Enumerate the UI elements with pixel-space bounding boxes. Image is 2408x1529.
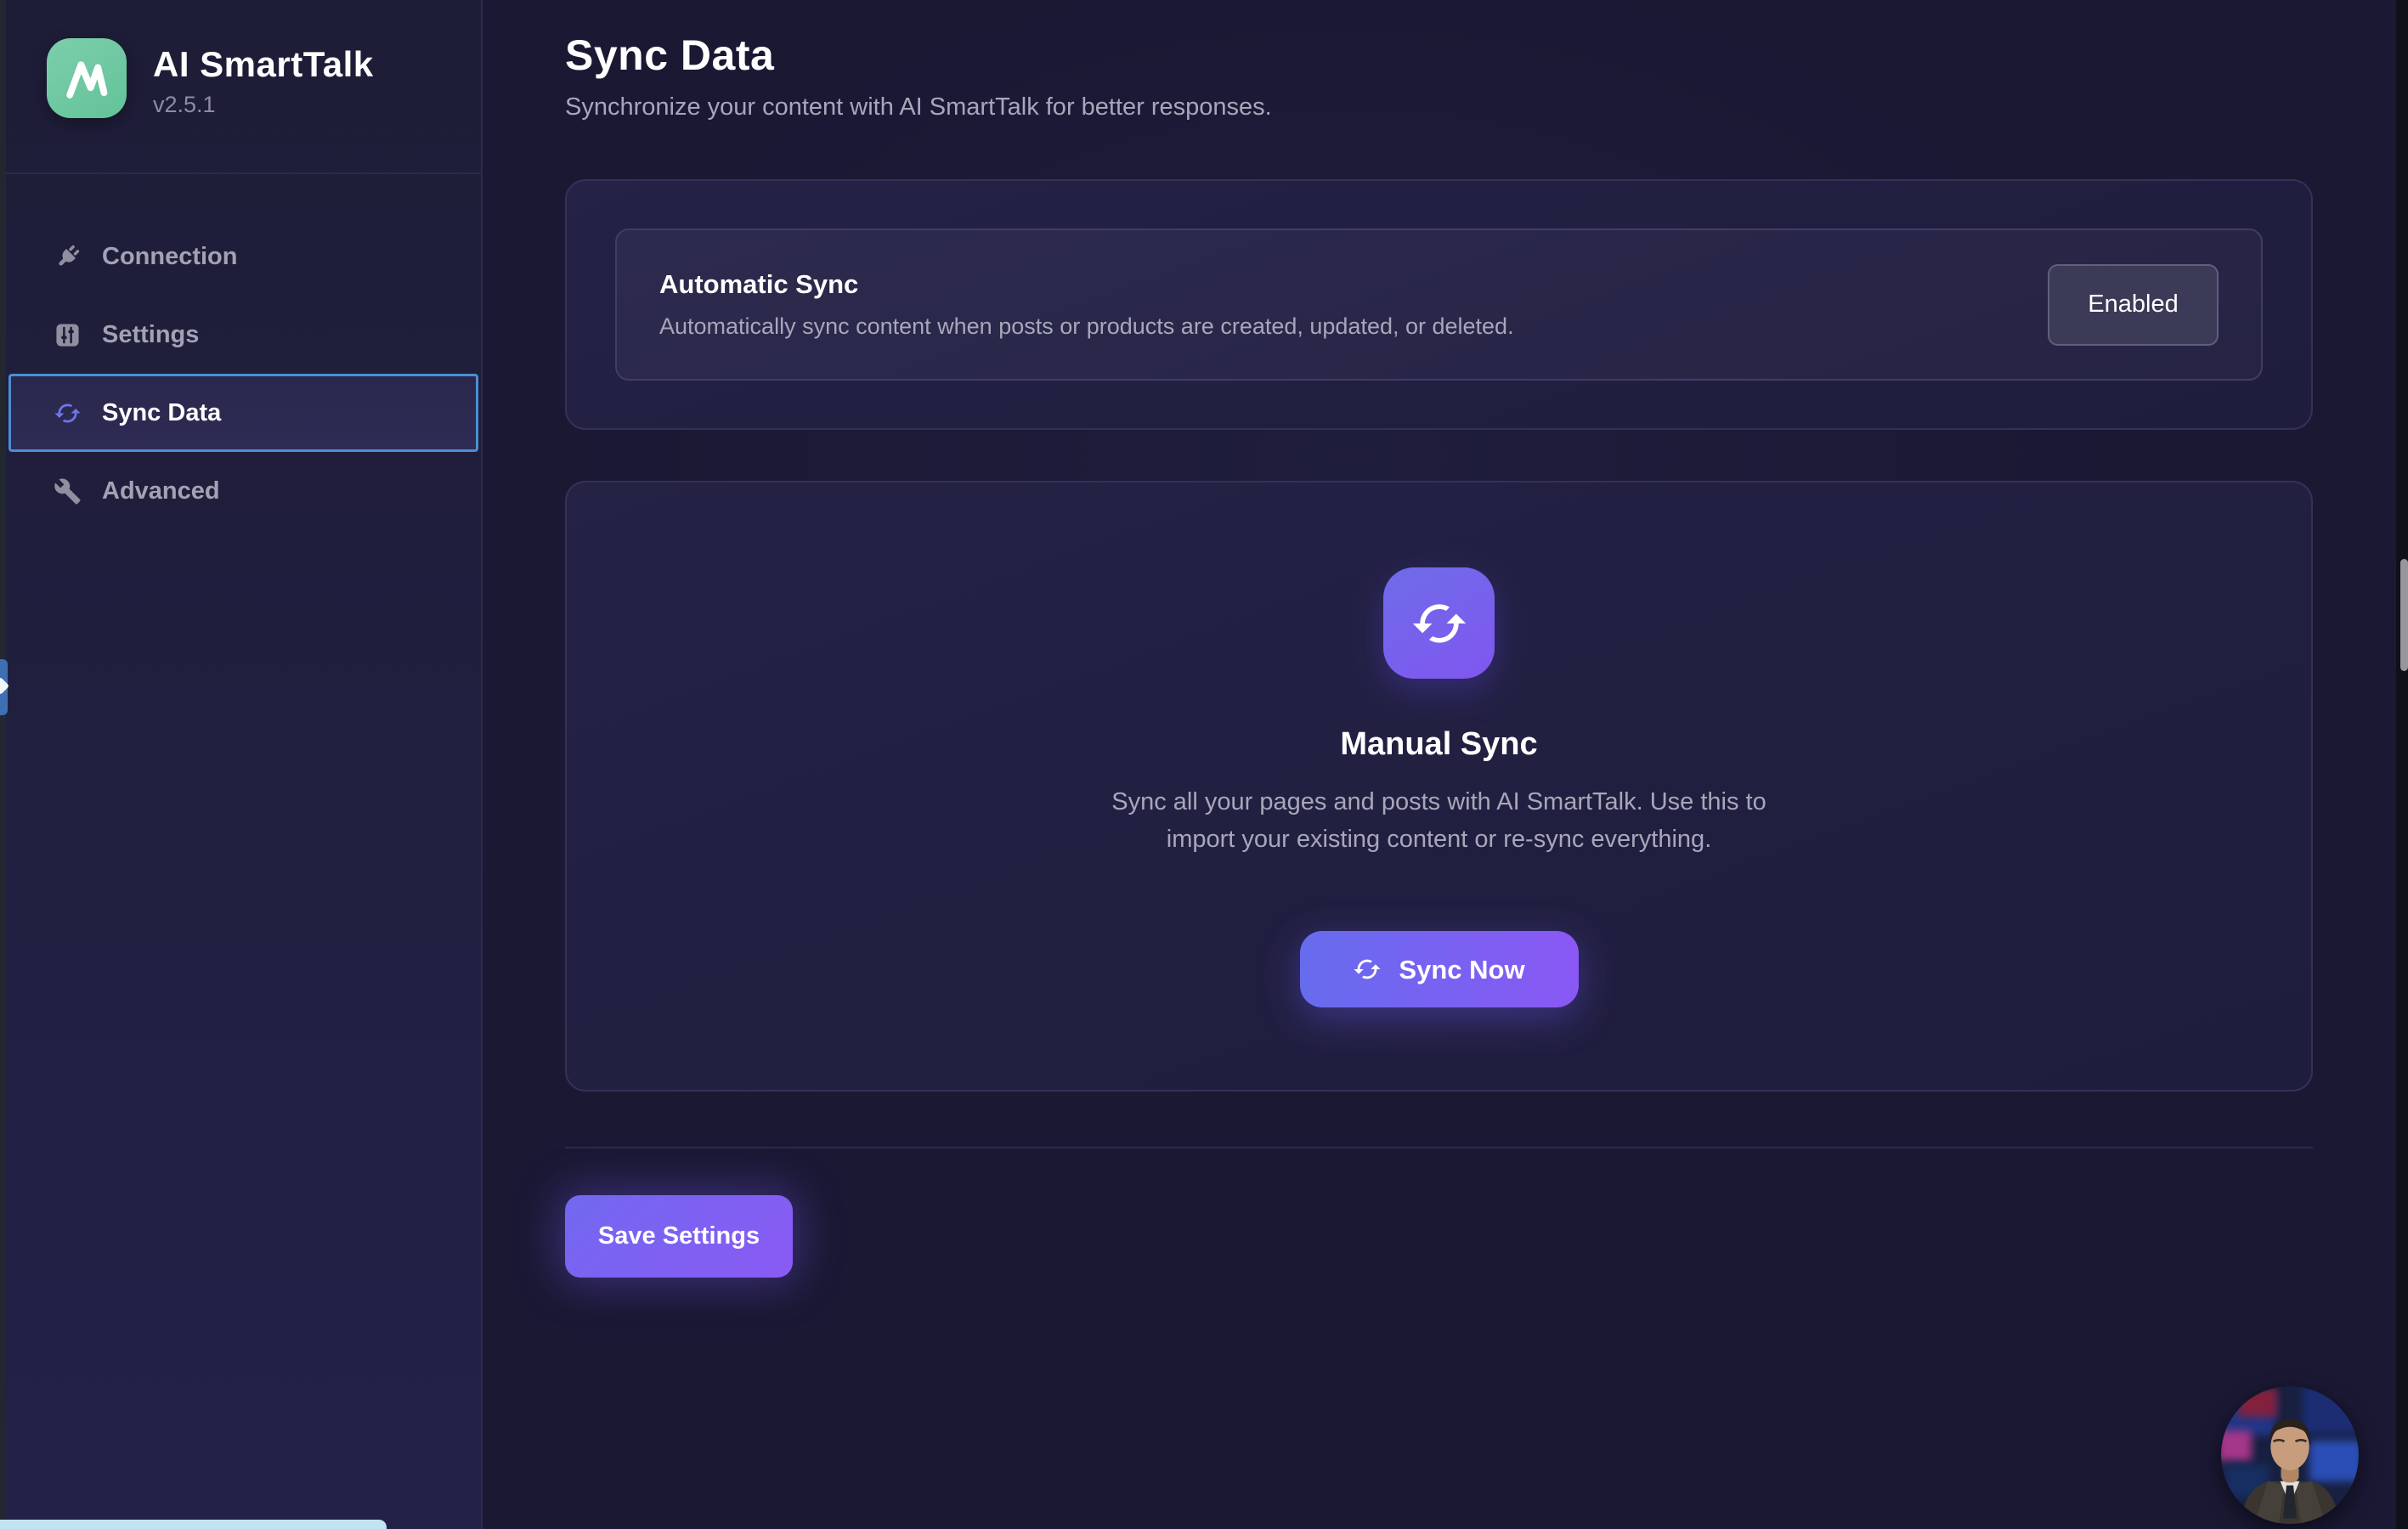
manual-sync-card: Manual Sync Sync all your pages and post…: [565, 481, 2313, 1092]
wrench-icon: [54, 477, 82, 505]
brand-header: AI SmartTalk v2.5.1: [0, 0, 481, 174]
sidebar-item-label: Sync Data: [102, 399, 221, 427]
sync-icon: [1383, 567, 1495, 679]
app-version: v2.5.1: [153, 92, 374, 118]
sidebar-item-advanced[interactable]: Advanced: [0, 452, 481, 530]
user-avatar[interactable]: [2221, 1386, 2359, 1524]
window-left-edge: [0, 0, 6, 1529]
sync-now-button[interactable]: Sync Now: [1300, 931, 1579, 1007]
app-window: AI SmartTalk v2.5.1 Connection: [0, 0, 2408, 1529]
scrollbar-track: [2396, 0, 2408, 1529]
footer-divider: [565, 1147, 2313, 1148]
sidebar: AI SmartTalk v2.5.1 Connection: [0, 0, 483, 1529]
app-name: AI SmartTalk: [153, 44, 374, 85]
collapsed-widget-tab[interactable]: [0, 659, 8, 715]
manual-sync-description: Sync all your pages and posts with AI Sm…: [1095, 783, 1783, 858]
sidebar-item-settings[interactable]: Settings: [0, 296, 481, 374]
sidebar-item-label: Connection: [102, 243, 238, 271]
automatic-sync-text: Automatic Sync Automatically sync conten…: [659, 269, 1514, 340]
app-logo-icon: [47, 38, 127, 118]
person-silhouette: [2221, 1386, 2359, 1524]
sidebar-item-connection[interactable]: Connection: [0, 217, 481, 296]
main-content: Sync Data Synchronize your content with …: [483, 0, 2408, 1529]
sidebar-item-sync-data[interactable]: Sync Data: [8, 374, 478, 452]
page-subtitle: Synchronize your content with AI SmartTa…: [565, 93, 2313, 121]
sync-now-label: Sync Now: [1399, 956, 1524, 983]
save-settings-button[interactable]: Save Settings: [565, 1195, 793, 1278]
automatic-sync-title: Automatic Sync: [659, 269, 1514, 300]
scrollbar-thumb[interactable]: [2400, 559, 2408, 671]
plug-icon: [54, 243, 82, 271]
sidebar-item-label: Settings: [102, 321, 199, 349]
page-title: Sync Data: [565, 31, 2313, 80]
automatic-sync-row: Automatic Sync Automatically sync conten…: [615, 229, 2263, 381]
automatic-sync-description: Automatically sync content when posts or…: [659, 313, 1514, 340]
sidebar-nav: Connection Settings: [0, 174, 481, 530]
sliders-icon: [54, 321, 82, 349]
automatic-sync-card: Automatic Sync Automatically sync conten…: [565, 179, 2313, 430]
automatic-sync-toggle-button[interactable]: Enabled: [2048, 264, 2219, 346]
sync-icon: [54, 399, 82, 427]
toast-notification-peek: [0, 1520, 387, 1529]
sidebar-item-label: Advanced: [102, 477, 220, 505]
sync-icon: [1353, 955, 1382, 984]
manual-sync-title: Manual Sync: [1340, 726, 1537, 763]
